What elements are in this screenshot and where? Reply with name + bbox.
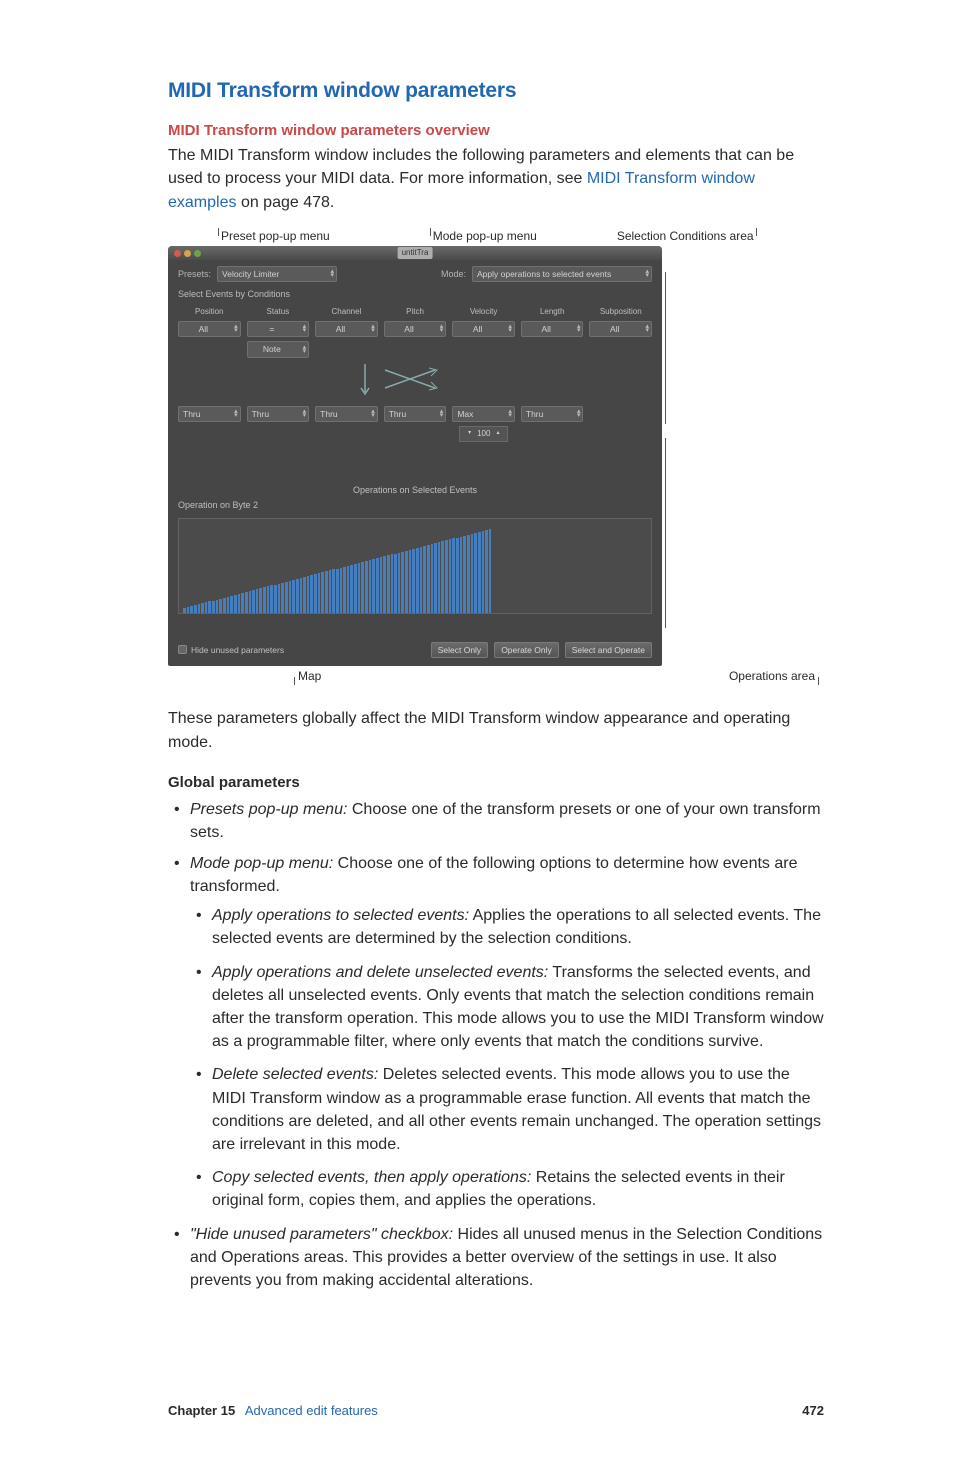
global-parameters-heading: Global parameters	[168, 772, 824, 794]
op-velocity[interactable]: Max▴▾	[452, 406, 515, 422]
zoom-icon[interactable]	[194, 250, 201, 257]
hide-unused-label: Hide unused parameters	[191, 644, 284, 656]
bullet-hide-checkbox: "Hide unused parameters" checkbox: Hides…	[168, 1223, 824, 1293]
cond-position[interactable]: All▴▾	[178, 321, 241, 337]
bullet-mode-delete-selected: Delete selected events: Deletes selected…	[190, 1063, 824, 1156]
page-number: 472	[802, 1402, 824, 1421]
midi-transform-window: untitTra Presets: Velocity Limiter ▴▾ Mo…	[168, 246, 662, 666]
page-title: MIDI Transform window parameters	[168, 76, 824, 106]
col-position: Position	[195, 306, 223, 318]
global-parameters-list: Presets pop-up menu: Choose one of the t…	[168, 798, 824, 1293]
col-pitch: Pitch	[406, 306, 424, 318]
callout-mode: Mode pop-up menu	[433, 229, 537, 243]
col-status: Status	[267, 306, 290, 318]
window-filename: untitTra	[398, 247, 433, 259]
col-subposition: Subposition	[600, 306, 642, 318]
velocity-max-value[interactable]: ▾ 100 ▴	[459, 426, 508, 442]
page-footer: Chapter 15 Advanced edit features 472	[168, 1402, 824, 1421]
callouts-top: Preset pop-up menu Mode pop-up menu Sele…	[168, 228, 824, 245]
mode-popup[interactable]: Apply operations to selected events ▴▾	[472, 266, 652, 282]
op-pitch[interactable]: Thru▴▾	[384, 406, 447, 422]
chevron-updown-icon: ▴▾	[645, 270, 649, 278]
cond-subposition[interactable]: All▴▾	[589, 321, 652, 337]
bullet-mode-apply-selected: Apply operations to selected events: App…	[190, 904, 824, 950]
chevron-updown-icon: ▴▾	[331, 270, 335, 278]
bullet-mode-copy-apply: Copy selected events, then apply operati…	[190, 1166, 824, 1212]
presets-popup[interactable]: Velocity Limiter ▴▾	[217, 266, 337, 282]
condition-headers: Position Status Channel Pitch Velocity L…	[178, 306, 652, 318]
bullet-mode: Mode pop-up menu: Choose one of the foll…	[168, 852, 824, 1213]
hide-unused-checkbox[interactable]	[178, 645, 187, 654]
callouts-bottom: Map Operations area	[168, 668, 824, 685]
operations-row: Thru▴▾ Thru▴▾ Thru▴▾ Thru▴▾ Max▴▾ Thru▴▾	[178, 406, 652, 422]
intro-part2: on page 478.	[241, 194, 334, 211]
callout-ops: Operations area	[729, 669, 815, 683]
overview-subtitle: MIDI Transform window parameters overvie…	[168, 120, 824, 142]
figure-midi-transform-window: Preset pop-up menu Mode pop-up menu Sele…	[168, 228, 824, 686]
mode-label: Mode:	[441, 268, 466, 281]
chapter-name[interactable]: Advanced edit features	[245, 1403, 378, 1418]
cond-length[interactable]: All▴▾	[521, 321, 584, 337]
callout-map: Map	[298, 669, 321, 683]
presets-label: Presets:	[178, 268, 211, 281]
op-status[interactable]: Thru▴▾	[247, 406, 310, 422]
select-only-button[interactable]: Select Only	[431, 642, 488, 658]
cond-status-note[interactable]: Note▴▾	[247, 341, 310, 357]
op-on-byte2-label: Operation on Byte 2	[178, 499, 652, 512]
op-position[interactable]: Thru▴▾	[178, 406, 241, 422]
col-channel: Channel	[332, 306, 362, 318]
callout-preset: Preset pop-up menu	[221, 229, 330, 243]
after-figure-paragraph: These parameters globally affect the MID…	[168, 707, 824, 753]
operate-only-button[interactable]: Operate Only	[494, 642, 559, 658]
callout-selcond: Selection Conditions area	[617, 229, 754, 243]
cond-status[interactable]: =▴▾	[247, 321, 310, 337]
cond-velocity[interactable]: All▴▾	[452, 321, 515, 337]
chapter-label: Chapter 15	[168, 1403, 235, 1418]
op-channel[interactable]: Thru▴▾	[315, 406, 378, 422]
op-length[interactable]: Thru▴▾	[521, 406, 584, 422]
minimize-icon[interactable]	[184, 250, 191, 257]
select-and-operate-button[interactable]: Select and Operate	[565, 642, 652, 658]
ops-on-selected-label: Operations on Selected Events	[178, 484, 652, 497]
close-icon[interactable]	[174, 250, 181, 257]
map-chart[interactable]	[178, 518, 652, 614]
bullet-presets: Presets pop-up menu: Choose one of the t…	[168, 798, 824, 844]
cond-pitch[interactable]: All▴▾	[384, 321, 447, 337]
bullet-mode-apply-delete: Apply operations and delete unselected e…	[190, 961, 824, 1054]
col-length: Length	[540, 306, 564, 318]
routing-arrows	[178, 362, 652, 406]
window-titlebar: untitTra	[168, 246, 662, 260]
cond-channel[interactable]: All▴▾	[315, 321, 378, 337]
select-conditions-label: Select Events by Conditions	[178, 288, 652, 301]
intro-paragraph: The MIDI Transform window includes the f…	[168, 144, 824, 214]
col-velocity: Velocity	[470, 306, 498, 318]
